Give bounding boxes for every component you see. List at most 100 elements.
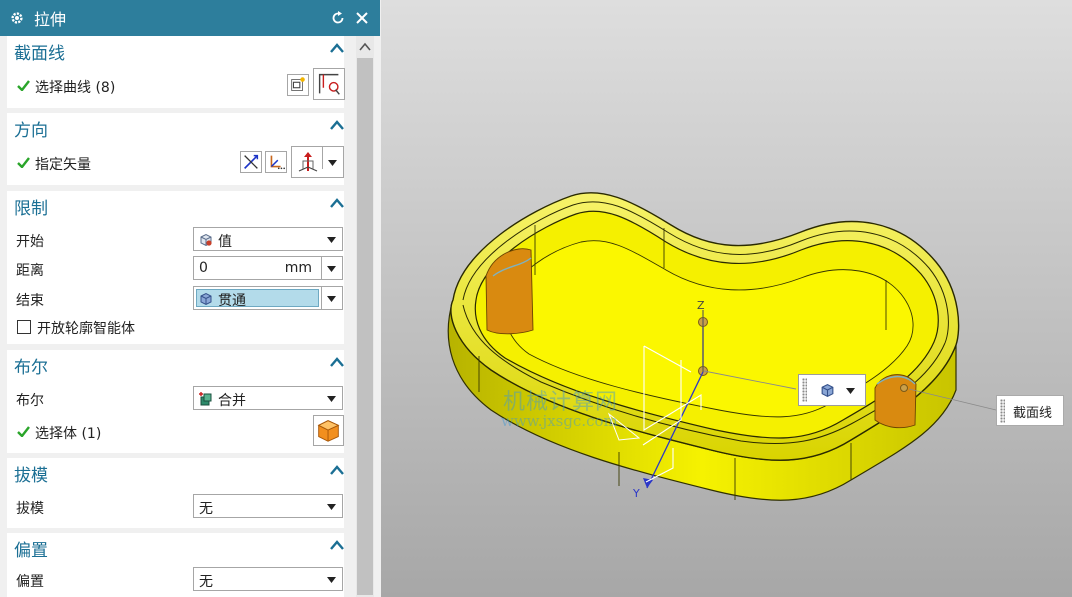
dialog-title: 拉伸: [34, 10, 67, 29]
end-value: 贯通: [218, 293, 246, 309]
start-combo[interactable]: 值: [193, 227, 343, 251]
section-curve-title: 截面线: [14, 44, 65, 64]
selection-highlight: [196, 289, 319, 307]
end-label: 结束: [16, 293, 44, 309]
select-curve-row[interactable]: 选择曲线 (8): [7, 68, 345, 100]
gear-icon[interactable]: [10, 11, 24, 25]
offset-combo[interactable]: 无: [193, 567, 343, 591]
limit-handle-dropdown[interactable]: [798, 374, 866, 406]
dialog-panel: 截面线 选择曲线 (8) 方向 指定矢量 限制 开始 值 距离 0 mm 结束 …: [7, 36, 355, 597]
collapse-icon[interactable]: [330, 43, 344, 53]
direction-header[interactable]: 方向: [7, 113, 344, 143]
draft-title: 拔模: [14, 466, 48, 486]
specify-vector-row[interactable]: 指定矢量: [7, 146, 344, 178]
inner-boss-right: [874, 374, 917, 429]
chevron-down-icon[interactable]: [328, 160, 337, 166]
specify-vector-label: 指定矢量: [35, 157, 91, 173]
watermark-url: www.jxsgc.com: [501, 412, 618, 430]
draft-row: 拔模 无: [7, 493, 344, 521]
boolean-value: 合并: [218, 393, 246, 409]
offset-row: 偏置 无: [7, 566, 344, 594]
direction-title: 方向: [14, 121, 48, 141]
check-icon: [17, 426, 30, 437]
chevron-down-icon[interactable]: [846, 388, 855, 394]
limits-header[interactable]: 限制: [7, 191, 344, 221]
direction-group: 方向 指定矢量: [7, 113, 344, 185]
start-label: 开始: [16, 234, 44, 250]
section-curve-group: 截面线 选择曲线 (8): [7, 36, 345, 108]
draft-label: 拔模: [16, 501, 44, 517]
boolean-row: 布尔 合并: [7, 385, 344, 413]
collapse-icon[interactable]: [330, 357, 344, 367]
vector-dialog-button[interactable]: [265, 151, 287, 173]
offset-label: 偏置: [16, 574, 44, 590]
boolean-combo[interactable]: 合并: [193, 386, 343, 410]
chevron-down-icon: [327, 577, 336, 583]
curve-select-icon: [318, 73, 340, 95]
combo-divider: [322, 147, 323, 169]
value-icon: [200, 233, 212, 247]
select-body-row[interactable]: 选择体 (1): [7, 415, 344, 446]
open-profile-checkbox[interactable]: [17, 320, 31, 334]
draft-combo[interactable]: 无: [193, 494, 343, 518]
draft-group: 拔模 拔模 无: [7, 458, 344, 528]
axis-y-label: Y: [633, 487, 640, 500]
chevron-down-icon: [327, 504, 336, 510]
select-body-button[interactable]: [313, 415, 344, 446]
scroll-thumb[interactable]: [357, 58, 373, 595]
section-curve-tag[interactable]: 截面线: [996, 395, 1064, 426]
scroll-up-icon[interactable]: [356, 38, 374, 56]
reverse-direction-icon: [244, 154, 259, 169]
select-body-label: 选择体 (1): [35, 426, 102, 442]
start-row: 开始 值: [7, 226, 344, 254]
distance-value[interactable]: 0: [199, 260, 208, 276]
drag-grip[interactable]: [802, 378, 807, 402]
check-icon: [17, 80, 30, 91]
axis-z-label: Z: [697, 299, 705, 312]
reverse-direction-button[interactable]: [240, 151, 262, 173]
chevron-down-icon[interactable]: [327, 296, 336, 302]
boolean-label: 布尔: [16, 393, 44, 409]
distance-field[interactable]: 0 mm: [193, 256, 343, 280]
unite-icon: [199, 392, 212, 406]
curve-selection-button[interactable]: [313, 68, 345, 100]
distance-row: 距离 0 mm: [7, 255, 344, 283]
boolean-title: 布尔: [14, 358, 48, 378]
section-curve-tag-label: 截面线: [1013, 406, 1053, 421]
reset-icon[interactable]: [330, 10, 346, 26]
drag-grip[interactable]: [1000, 399, 1005, 423]
distance-unit: mm: [284, 260, 312, 276]
draft-header[interactable]: 拔模: [7, 458, 344, 488]
start-value: 值: [218, 234, 232, 250]
section-curve-header[interactable]: 截面线: [7, 36, 344, 66]
open-profile-label: 开放轮廓智能体: [37, 321, 135, 337]
part-model: [447, 192, 997, 501]
vector-type-combo[interactable]: [291, 146, 344, 178]
collapse-icon[interactable]: [330, 120, 344, 130]
offset-header[interactable]: 偏置: [7, 533, 344, 563]
collapse-icon[interactable]: [330, 540, 344, 550]
through-all-icon: [200, 292, 212, 306]
offset-group: 偏置 偏置 无: [7, 533, 344, 597]
offset-title: 偏置: [14, 541, 48, 561]
distance-label: 距离: [16, 263, 44, 279]
chevron-down-icon: [327, 396, 336, 402]
chevron-down-icon: [327, 237, 336, 243]
combo-divider: [321, 287, 322, 309]
boolean-header[interactable]: 布尔: [7, 350, 344, 380]
select-curve-label: 选择曲线 (8): [35, 80, 116, 96]
collapse-icon[interactable]: [330, 198, 344, 208]
dialog-scrollbar[interactable]: [356, 36, 374, 597]
chevron-down-icon[interactable]: [327, 266, 336, 272]
graphics-viewport[interactable]: Z Y 机械计算网 www.jxsgc.com 截面线: [381, 0, 1072, 597]
end-combo[interactable]: 贯通: [193, 286, 343, 310]
vector-dialog-icon: [270, 155, 285, 170]
collapse-icon[interactable]: [330, 465, 344, 475]
sketch-section-button[interactable]: [287, 74, 309, 96]
open-profile-row[interactable]: 开放轮廓智能体: [7, 313, 344, 341]
limits-group: 限制 开始 值 距离 0 mm 结束 贯通 开放轮廓智能体: [7, 191, 344, 344]
check-icon: [17, 157, 30, 168]
through-all-icon: [821, 384, 834, 397]
close-icon[interactable]: [354, 10, 370, 26]
offset-value: 无: [199, 574, 213, 590]
